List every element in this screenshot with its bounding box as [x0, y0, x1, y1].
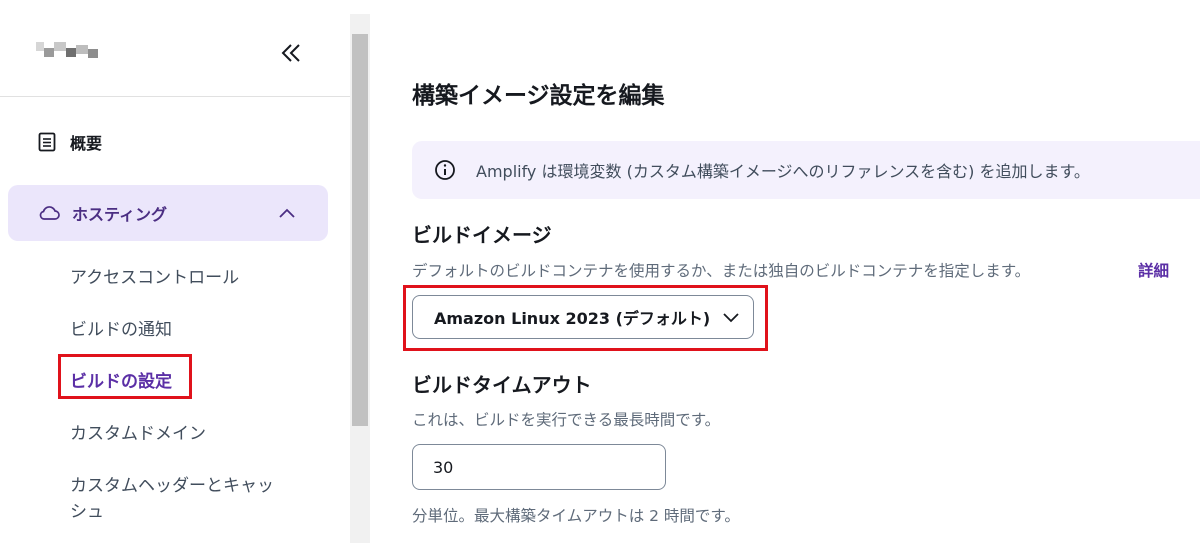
collapse-sidebar-button[interactable] [276, 38, 306, 68]
sidebar-item-label: 概要 [70, 134, 103, 153]
highlight-box [403, 285, 768, 351]
sidebar-item-custom-domain[interactable]: カスタムドメイン [70, 419, 206, 444]
highlight-box [58, 354, 192, 399]
sidebar-item-access-control[interactable]: アクセスコントロール [70, 263, 239, 288]
info-link[interactable]: 詳細 [1138, 259, 1169, 281]
sidebar-item-overview[interactable]: 概要 [38, 130, 102, 154]
sidebar-item-custom-headers-cont[interactable]: シュ [70, 497, 104, 522]
sidebar-item-label: ホスティング [72, 205, 168, 224]
cloud-icon [38, 205, 60, 221]
build-image-description: デフォルトのビルドコンテナを使用するか、または独自のビルドコンテナを指定します。 [412, 262, 1031, 280]
app-logo [36, 42, 98, 60]
page-title: 構築イメージ設定を編集 [412, 83, 665, 109]
sidebar-item-hosting[interactable]: ホスティング [8, 185, 328, 241]
sidebar-divider [0, 96, 350, 97]
document-icon [38, 132, 56, 152]
timeout-input[interactable] [412, 444, 666, 490]
build-image-heading: ビルドイメージ [412, 223, 552, 247]
double-chevron-left-icon [281, 44, 300, 62]
sidebar-item-build-notifications[interactable]: ビルドの通知 [70, 315, 172, 340]
info-text: Amplify は環境変数 (カスタム構築イメージへのリファレンスを含む) を追… [476, 162, 1090, 181]
top-bar [0, 0, 1200, 15]
chevron-up-icon[interactable] [278, 207, 296, 219]
timeout-description: これは、ビルドを実行できる最長時間です。 [412, 411, 721, 429]
sidebar-item-custom-headers[interactable]: カスタムヘッダーとキャッ [70, 471, 274, 496]
info-alert: Amplify は環境変数 (カスタム構築イメージへのリファレンスを含む) を追… [412, 141, 1200, 199]
timeout-hint: 分単位。最大構築タイムアウトは 2 時間です。 [412, 507, 740, 525]
scrollbar-thumb[interactable] [352, 34, 368, 426]
timeout-heading: ビルドタイムアウト [412, 373, 592, 397]
info-icon [434, 159, 456, 181]
